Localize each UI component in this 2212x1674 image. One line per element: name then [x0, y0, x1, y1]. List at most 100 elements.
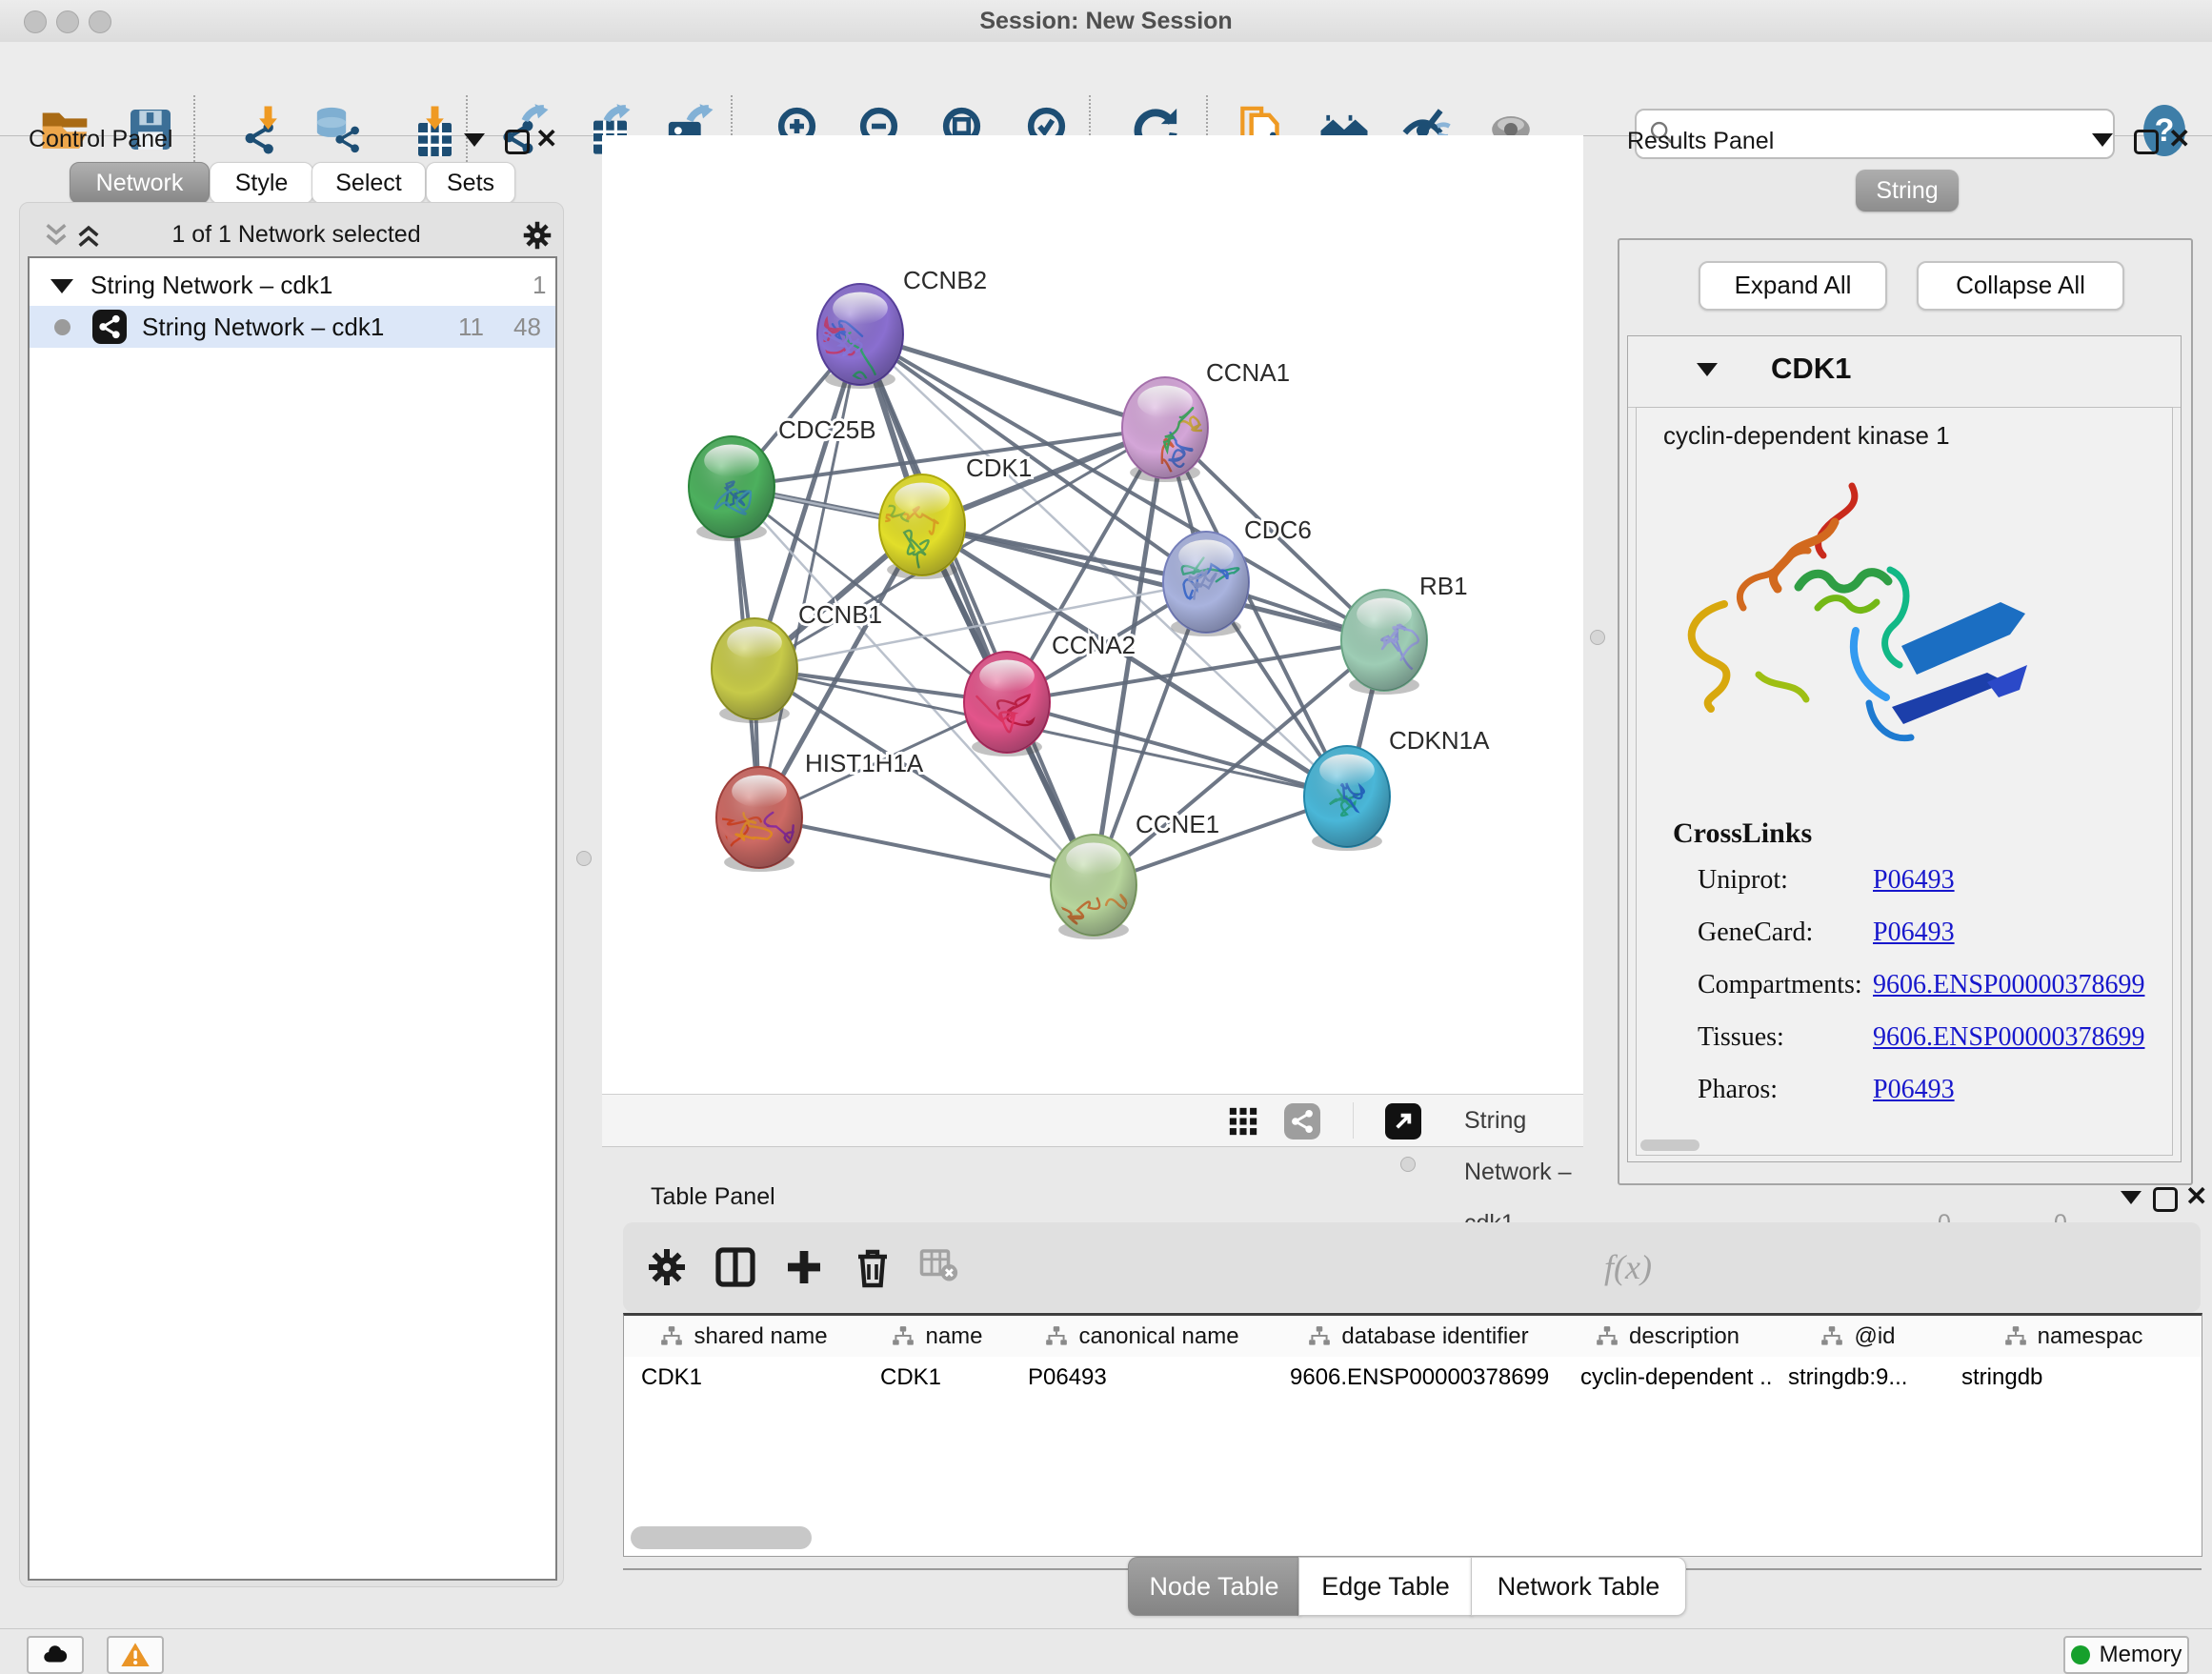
results-panel-menu-icon[interactable] [2092, 133, 2113, 147]
crosslink-row: GeneCard: P06493 [1637, 918, 2172, 969]
network-node-cdc6[interactable] [1163, 532, 1249, 636]
gear-icon[interactable] [644, 1244, 690, 1290]
crosslink-link[interactable]: P06493 [1873, 865, 1955, 896]
import-network-file-icon[interactable] [231, 103, 285, 156]
table-cell[interactable]: 9606.ENSP00000378699 [1273, 1357, 1563, 1399]
network-node-rb1[interactable] [1341, 590, 1427, 695]
delete-icon[interactable] [850, 1244, 895, 1290]
network-node-ccnb2[interactable] [817, 284, 903, 393]
right-splitter-handle[interactable] [1590, 630, 1605, 645]
cloud-button[interactable] [27, 1636, 84, 1674]
bottom-splitter-handle[interactable] [1400, 1157, 1416, 1172]
table-cell[interactable]: cyclin-dependent ... [1563, 1357, 1771, 1399]
add-icon[interactable] [781, 1244, 827, 1290]
table-cell[interactable]: CDK1 [624, 1357, 863, 1399]
control-panel-menu-icon[interactable] [464, 133, 485, 147]
crosslink-label: Tissues: [1698, 1022, 1784, 1053]
tree-collection-count: 1 [533, 264, 546, 306]
network-node-ccna1[interactable] [1122, 377, 1224, 505]
string-results-box: Expand All Collapse All CDK1 cyclin-depe… [1618, 238, 2193, 1185]
tab-network[interactable]: Network [70, 162, 210, 204]
crosslink-row: Uniprot: P06493 [1637, 865, 2172, 917]
gene-section: CDK1 cyclin-dependent kinase 1 [1627, 335, 2182, 1162]
tab-node-table[interactable]: Node Table [1128, 1557, 1300, 1616]
network-selected-status: 1 of 1 Network selected [134, 212, 458, 256]
window-title: Session: New Session [0, 0, 2212, 42]
network-node-ccna2[interactable] [964, 652, 1050, 756]
memory-status-icon [2071, 1645, 2090, 1664]
tree-collection-label: String Network – cdk1 [90, 264, 332, 306]
network-node-cdc25b[interactable] [689, 436, 774, 541]
tab-sets[interactable]: Sets [426, 162, 515, 204]
network-node-cdkn1a[interactable] [1304, 746, 1390, 851]
crosslink-link[interactable]: P06493 [1873, 918, 1955, 948]
tree-network-label: String Network – cdk1 [142, 306, 384, 348]
expand-all-icon[interactable] [73, 220, 104, 251]
column-header-name[interactable]: name [863, 1316, 1012, 1357]
main-toolbar: ? [0, 42, 2212, 136]
grid-icon[interactable] [1227, 1105, 1259, 1138]
table-cell[interactable]: stringdb:9... [1771, 1357, 1944, 1399]
column-header-shared-name[interactable]: shared name [624, 1316, 864, 1357]
tree-row-collection[interactable]: String Network – cdk1 1 [30, 264, 555, 306]
table-panel-menu-icon[interactable] [2121, 1191, 2142, 1204]
network-edge[interactable] [860, 334, 1165, 428]
crosslink-link[interactable]: 9606.ENSP00000378699 [1873, 1022, 2144, 1053]
toolbar-separator [193, 95, 195, 166]
table-cell[interactable]: stringdb [1944, 1357, 2202, 1399]
crosslink-link[interactable]: 9606.ENSP00000378699 [1873, 970, 2144, 1000]
tab-string[interactable]: String [1856, 170, 1959, 212]
gene-section-header[interactable]: CDK1 [1628, 336, 2181, 408]
import-table-icon[interactable] [398, 103, 452, 156]
table-cell[interactable]: P06493 [1011, 1357, 1273, 1399]
gene-collapse-icon[interactable] [1697, 363, 1718, 376]
results-panel-close-icon[interactable]: ✕ [2168, 130, 2190, 149]
gene-details: cyclin-dependent kinase 1 [1636, 407, 2173, 1156]
collapse-all-icon[interactable] [41, 220, 71, 251]
column-header-namespac[interactable]: namespac [1944, 1316, 2202, 1357]
control-panel-float-icon[interactable] [505, 130, 530, 154]
network-node-ccne1[interactable] [1051, 835, 1168, 939]
node-label-cdc6: CDC6 [1244, 515, 1312, 544]
network-options-gear-icon[interactable] [520, 218, 554, 252]
table-cell[interactable]: CDK1 [863, 1357, 1011, 1399]
results-panel-float-icon[interactable] [2134, 130, 2159, 154]
import-network-database-icon[interactable] [312, 103, 365, 156]
network-list-header: 1 of 1 Network selected [20, 212, 563, 256]
share-icon[interactable] [1284, 1103, 1320, 1140]
memory-button[interactable]: Memory [2063, 1636, 2189, 1674]
tab-select[interactable]: Select [312, 162, 426, 204]
table-panel-float-icon[interactable] [2153, 1187, 2178, 1212]
gene-details-hscrollbar[interactable] [1640, 1140, 1699, 1151]
warning-button[interactable] [107, 1636, 164, 1674]
node-label-ccna2: CCNA2 [1052, 631, 1136, 659]
table-panel-close-icon[interactable]: ✕ [2185, 1187, 2207, 1206]
tab-style[interactable]: Style [210, 162, 313, 204]
crosslink-row: Pharos: P06493 [1637, 1075, 2172, 1126]
network-node-ccnb1[interactable] [712, 618, 797, 723]
column-header--id[interactable]: @id [1771, 1316, 1945, 1357]
columns-icon[interactable] [713, 1244, 758, 1290]
tree-network-edge-count: 48 [513, 306, 541, 348]
network-status-dot-icon [54, 319, 70, 335]
expand-all-button[interactable]: Expand All [1699, 261, 1887, 311]
network-node-hist1h1a[interactable] [715, 767, 802, 872]
crosslink-link[interactable]: P06493 [1873, 1075, 1955, 1105]
table-hscrollbar-thumb[interactable] [631, 1526, 812, 1549]
column-header-canonical-name[interactable]: canonical name [1011, 1316, 1274, 1357]
control-panel-close-icon[interactable]: ✕ [535, 130, 557, 149]
column-header-database-identifier[interactable]: database identifier [1273, 1316, 1564, 1357]
network-canvas[interactable]: CCNB2CCNA1CDC25BCDK1CDC6RB1CCNB1CCNA2CDK… [602, 135, 1583, 1094]
tab-edge-table[interactable]: Edge Table [1298, 1557, 1473, 1616]
toolbar-separator [466, 95, 468, 166]
column-header-description[interactable]: description [1563, 1316, 1772, 1357]
tree-row-network[interactable]: String Network – cdk1 11 48 [30, 306, 555, 348]
left-splitter-handle[interactable] [576, 851, 592, 866]
tab-network-table[interactable]: Network Table [1471, 1557, 1686, 1616]
tree-expander-icon[interactable] [50, 279, 73, 293]
open-in-new-icon[interactable] [1385, 1103, 1421, 1140]
gene-name: CDK1 [1771, 352, 1851, 386]
status-bar: Memory [0, 1628, 2212, 1672]
control-panel-network-box: 1 of 1 Network selected String Network –… [19, 202, 564, 1587]
collapse-all-button[interactable]: Collapse All [1917, 261, 2124, 311]
